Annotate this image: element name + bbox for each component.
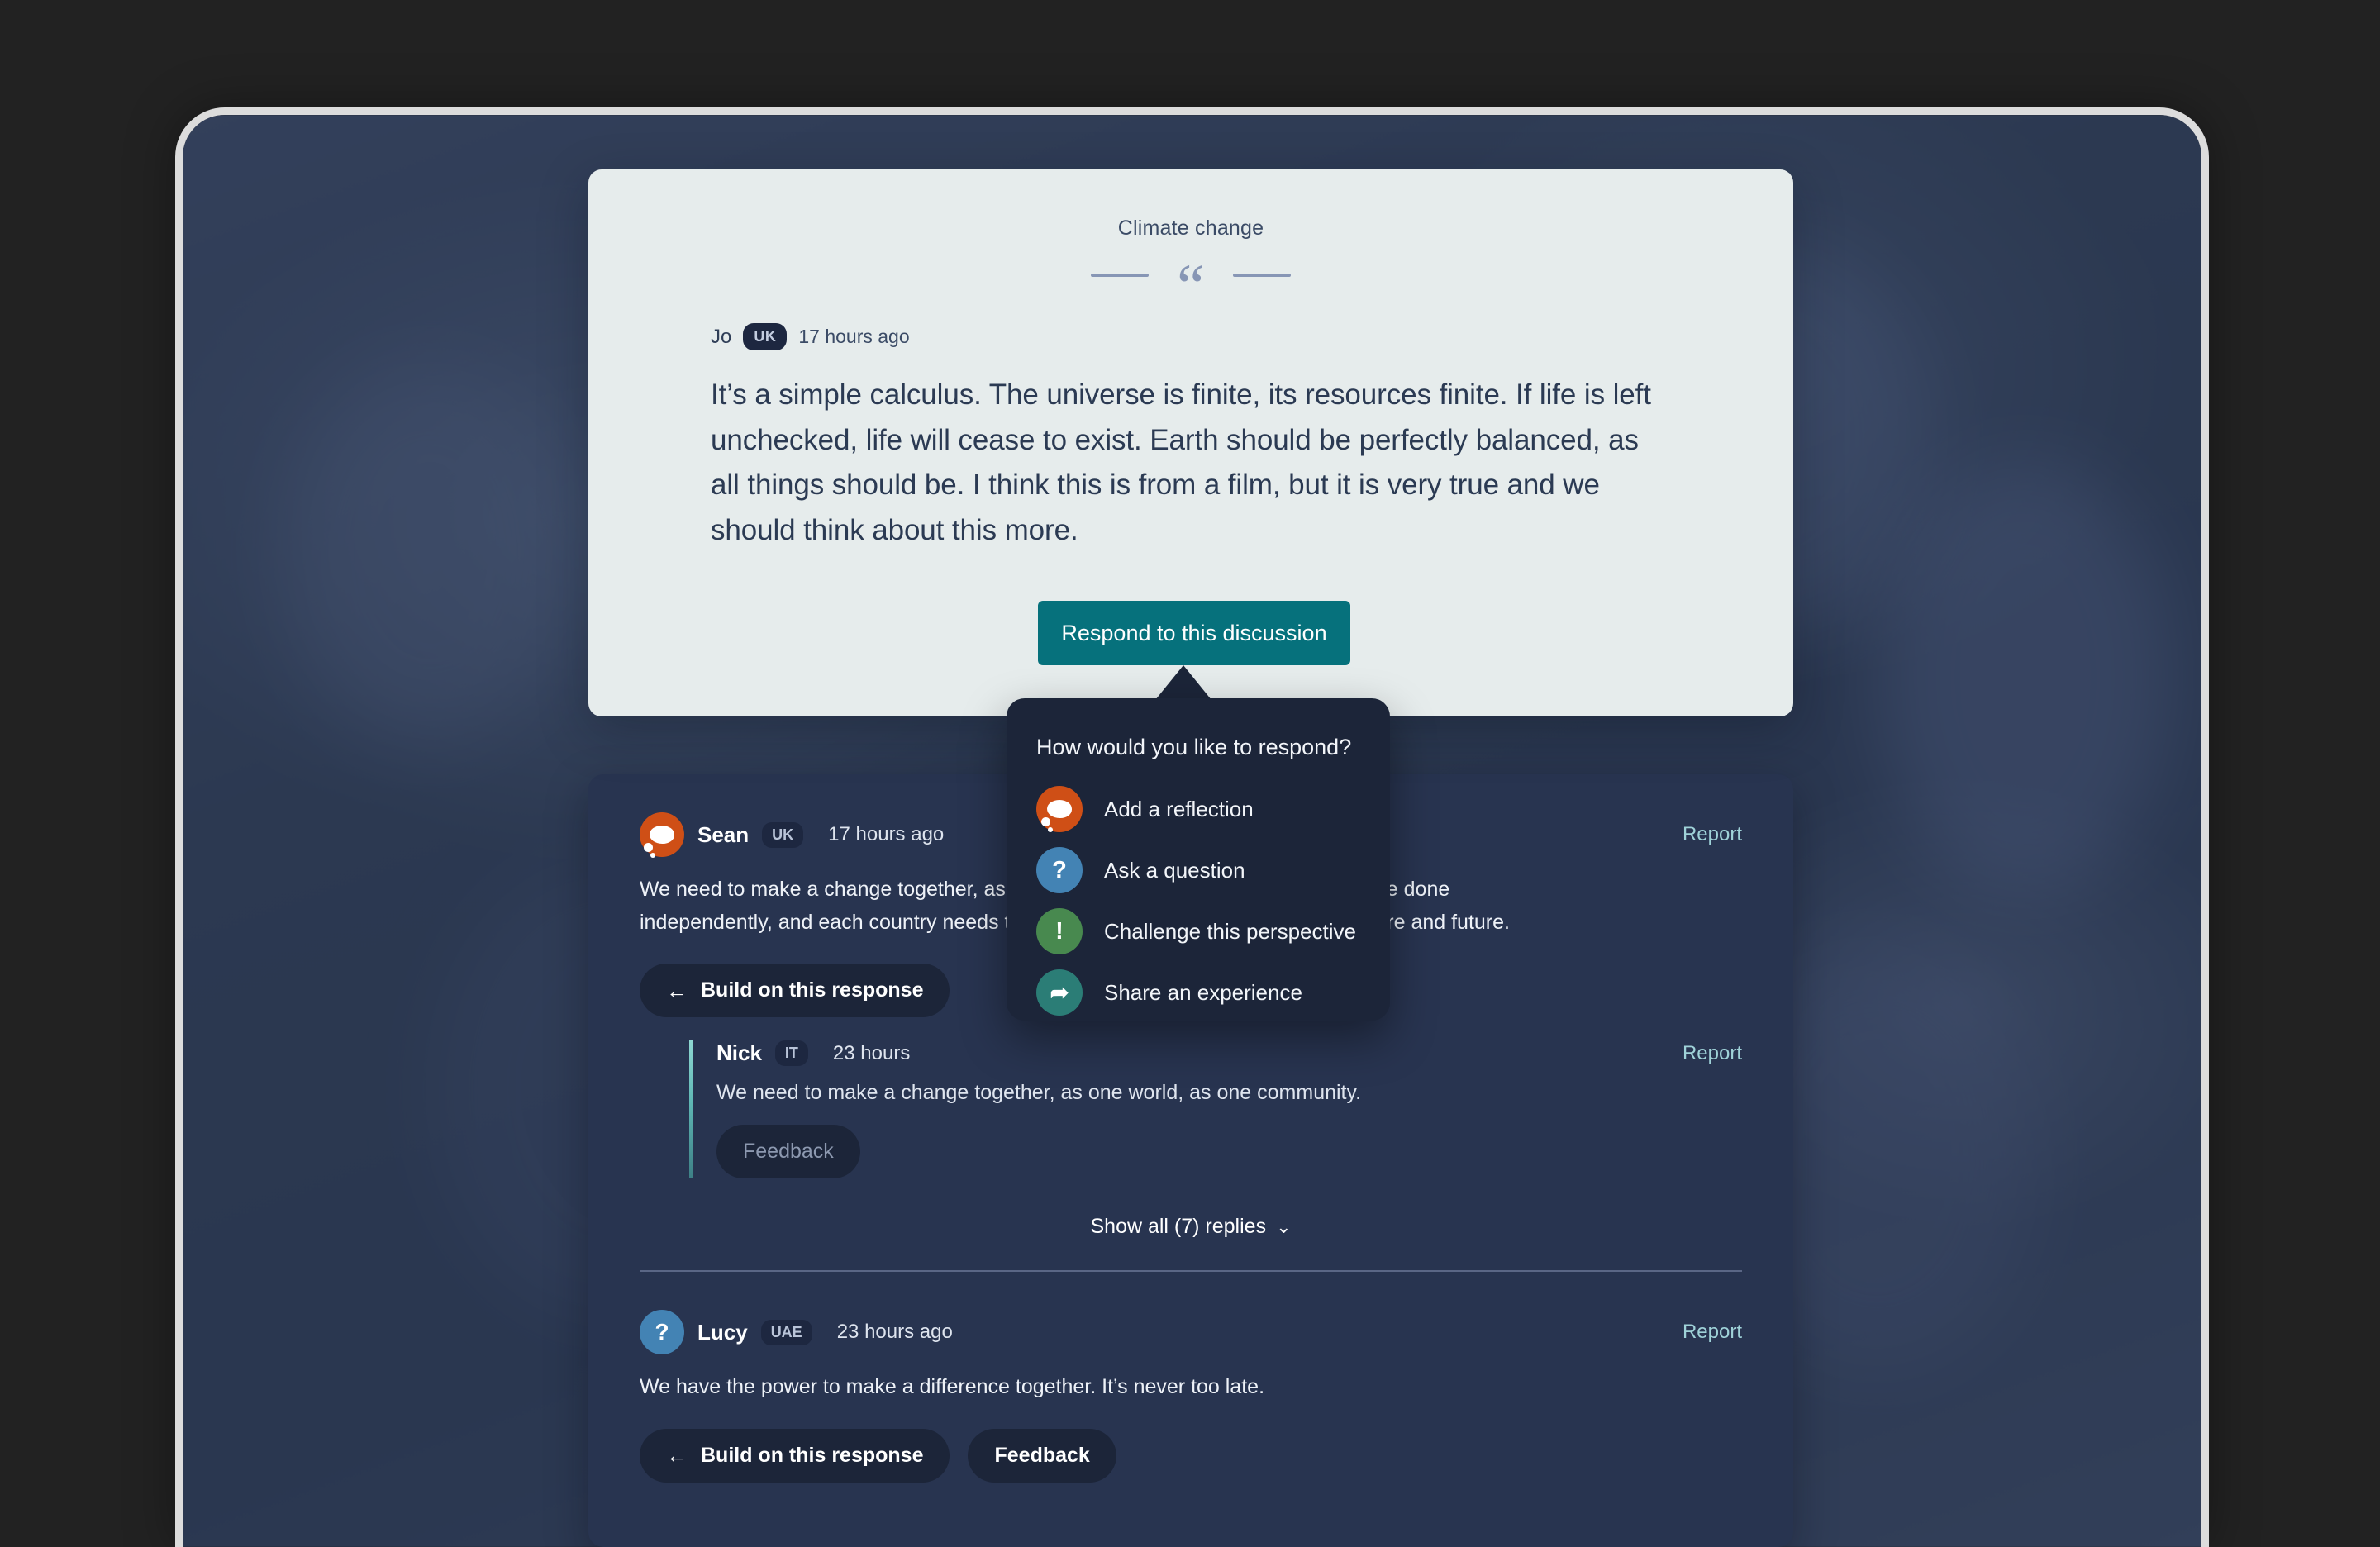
nested-report-link[interactable]: Report: [1683, 1042, 1742, 1065]
popup-option-challenge-this-perspective[interactable]: ! Challenge this perspective: [1007, 901, 1390, 962]
popup-option-label: Add a reflection: [1104, 796, 1254, 821]
response-body-text: We have the power to make a difference t…: [640, 1375, 1265, 1398]
divider-rule-right: [1232, 274, 1291, 277]
response-author-name: Sean: [697, 821, 750, 847]
arrow-left-icon: ←: [666, 978, 688, 1003]
chevron-down-icon: ⌄: [1276, 1216, 1292, 1237]
quote-timestamp: 17 hours ago: [798, 326, 910, 347]
build-on-this-response-label: Build on this response: [701, 1443, 924, 1467]
quote-body-text: It’s a simple calculus. The universe is …: [711, 378, 1651, 546]
popup-option-add-a-reflection[interactable]: Add a reflection: [1007, 778, 1390, 840]
popup-title: How would you like to respond?: [1036, 735, 1352, 759]
popup-option-label: Challenge this perspective: [1104, 918, 1356, 944]
background-blur-blob: [282, 363, 579, 743]
arrow-left-icon: ←: [666, 1443, 688, 1468]
popup-option-label: Ask a question: [1104, 857, 1245, 883]
respond-to-discussion-button[interactable]: Respond to this discussion: [1038, 601, 1350, 665]
feedback-button[interactable]: Feedback: [968, 1428, 1116, 1483]
nested-reply-header: Nick IT 23 hours Report: [716, 1040, 1742, 1066]
discussion-topic-title: Climate change: [1117, 217, 1264, 240]
respond-options-popup: How would you like to respond? Add a ref…: [1007, 698, 1390, 1021]
response-timestamp: 17 hours ago: [828, 823, 945, 845]
nested-reply: Nick IT 23 hours Report We need to make …: [689, 1040, 1742, 1178]
nested-reply-timestamp: 23 hours: [832, 1041, 911, 1064]
divider-rule-left: [1091, 274, 1150, 277]
quote-author-row: Jo UK 17 hours ago: [711, 323, 1793, 350]
popup-option-ask-a-question[interactable]: ? Ask a question: [1007, 840, 1390, 901]
quote-author-flag-badge: UK: [743, 323, 788, 350]
show-all-replies-label: Show all (7) replies: [1090, 1215, 1267, 1238]
question-mark-icon: ?: [640, 1310, 684, 1354]
popup-option-share-an-experience[interactable]: ➦ Share an experience: [1007, 962, 1390, 1023]
quote-divider-ornament: “: [588, 255, 1793, 318]
build-on-this-response-label: Build on this response: [701, 978, 924, 1002]
share-arrow-icon: ➦: [1036, 969, 1083, 1016]
popup-pointer-arrow: [1155, 665, 1211, 700]
nested-reply-author-name: Nick: [716, 1040, 762, 1065]
response-actions: ← Build on this response Feedback: [640, 1428, 1742, 1483]
response-header: ? Lucy UAE 23 hours ago Report: [640, 1272, 1742, 1354]
response-author-flag-badge: UAE: [760, 1319, 812, 1345]
background-blur-blob: [1877, 462, 2174, 892]
quote-author-name: Jo: [711, 325, 732, 348]
thought-bubble-icon: [1036, 786, 1083, 832]
nested-reply-actions: Feedback: [716, 1125, 1742, 1178]
nested-feedback-button[interactable]: Feedback: [716, 1125, 860, 1178]
nested-reply-flag-badge: IT: [774, 1040, 808, 1066]
response-item: ? Lucy UAE 23 hours ago Report We have t…: [588, 1272, 1793, 1483]
response-author-flag-badge: UK: [762, 821, 804, 848]
response-author-name: Lucy: [697, 1319, 748, 1345]
report-link[interactable]: Report: [1683, 823, 1742, 846]
popup-option-label: Share an experience: [1104, 979, 1302, 1005]
build-on-this-response-button[interactable]: ← Build on this response: [640, 1428, 950, 1483]
show-all-replies-toggle[interactable]: Show all (7) replies ⌄: [640, 1215, 1742, 1239]
thought-bubble-icon: [640, 812, 684, 858]
popup-option-list: Add a reflection ? Ask a question ! Chal…: [1007, 778, 1390, 1023]
response-timestamp: 23 hours ago: [836, 1321, 953, 1343]
build-on-this-response-button[interactable]: ← Build on this response: [640, 964, 950, 1017]
nested-reply-body-text: We need to make a change together, as on…: [716, 1081, 1362, 1104]
exclamation-icon: !: [1036, 908, 1083, 954]
report-link[interactable]: Report: [1683, 1321, 1742, 1344]
question-mark-icon: ?: [1036, 847, 1083, 893]
